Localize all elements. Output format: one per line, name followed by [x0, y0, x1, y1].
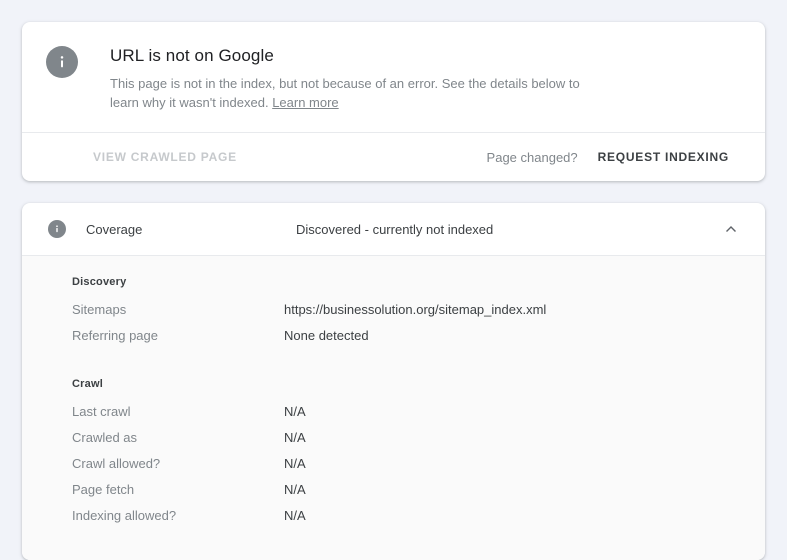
detail-label: Last crawl [72, 404, 131, 419]
status-actions-right: Page changed? REQUEST INDEXING [487, 142, 735, 172]
detail-label: Page fetch [72, 482, 135, 497]
detail-value: None detected [284, 328, 369, 343]
detail-value: N/A [284, 430, 306, 445]
table-row: Indexing allowed? N/A [72, 508, 741, 534]
status-description: This page is not in the index, but not b… [110, 74, 580, 112]
detail-value: N/A [284, 456, 306, 471]
view-crawled-page-button[interactable]: VIEW CRAWLED PAGE [87, 142, 243, 172]
detail-value: N/A [284, 404, 306, 419]
chevron-up-icon[interactable] [721, 219, 741, 239]
table-row: Sitemaps https://businessolution.org/sit… [72, 302, 741, 328]
table-row: Crawl allowed? N/A [72, 456, 741, 482]
url-status-card: URL is not on Google This page is not in… [22, 22, 765, 181]
detail-label: Referring page [72, 328, 158, 343]
table-row: Page fetch N/A [72, 482, 741, 508]
table-row: Referring page None detected [72, 328, 741, 354]
coverage-title: Coverage [86, 221, 143, 237]
detail-value: N/A [284, 482, 306, 497]
detail-label: Crawl allowed? [72, 456, 161, 471]
coverage-header[interactable]: Coverage Discovered - currently not inde… [22, 203, 765, 255]
detail-label: Sitemaps [72, 302, 127, 317]
url-inspection-page: URL is not on Google This page is not in… [0, 0, 787, 560]
table-row: Last crawl N/A [72, 404, 741, 430]
page-title: URL is not on Google [110, 46, 274, 65]
coverage-status: Discovered - currently not indexed [296, 221, 494, 237]
info-icon [46, 46, 78, 78]
status-description-text: This page is not in the index, but not b… [110, 76, 580, 110]
info-icon [48, 220, 66, 238]
group-heading-discovery: Discovery [72, 276, 127, 288]
learn-more-link[interactable]: Learn more [272, 95, 338, 110]
request-indexing-button[interactable]: REQUEST INDEXING [592, 142, 735, 172]
coverage-card: Coverage Discovered - currently not inde… [22, 203, 765, 560]
group-heading-crawl: Crawl [72, 378, 103, 390]
coverage-details: Discovery Sitemaps https://businessoluti… [22, 256, 765, 560]
detail-value: https://businessolution.org/sitemap_inde… [284, 302, 547, 317]
url-status-text-block: URL is not on Google This page is not in… [110, 44, 580, 112]
table-row: Crawled as N/A [72, 430, 741, 456]
page-changed-label: Page changed? [486, 149, 578, 165]
status-card-actions: VIEW CRAWLED PAGE Page changed? REQUEST … [22, 133, 765, 181]
url-status-body: URL is not on Google This page is not in… [22, 22, 765, 132]
detail-label: Crawled as [72, 430, 138, 445]
